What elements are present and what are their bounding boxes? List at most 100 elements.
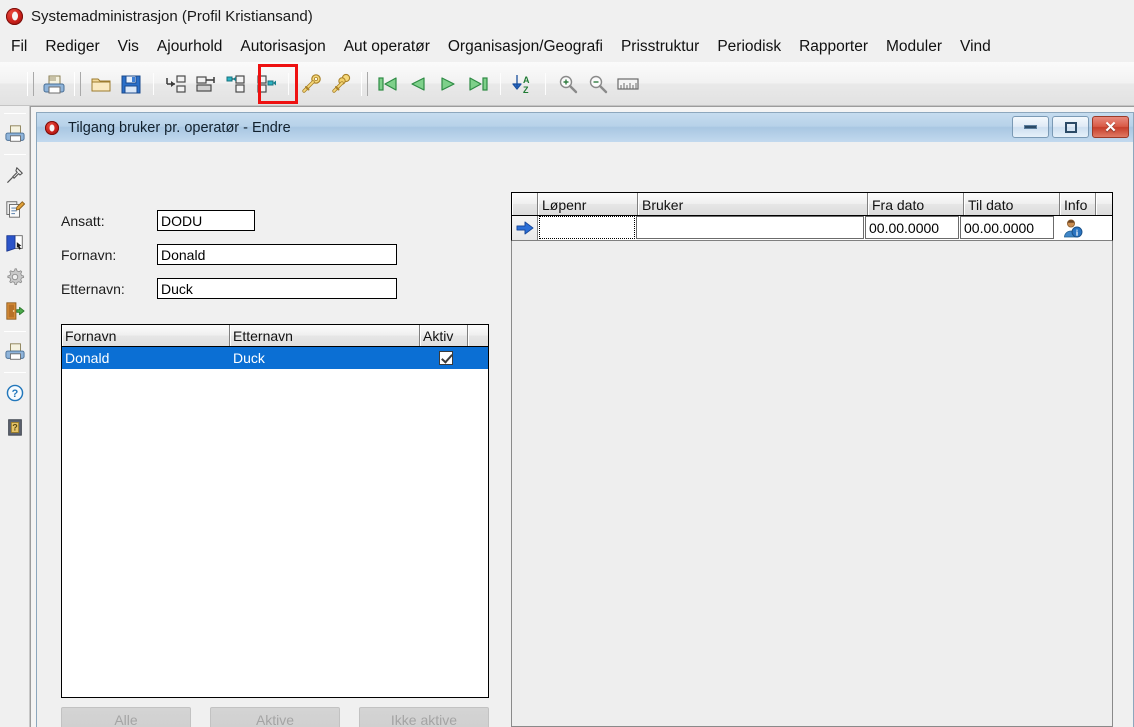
column-header-fra-dato[interactable]: Fra dato [868, 193, 964, 215]
save-icon [121, 75, 141, 93]
close-button[interactable]: ✕ [1092, 116, 1129, 138]
cell-bruker[interactable] [636, 216, 864, 239]
sidebar-separator-3 [3, 372, 26, 373]
column-header-etternavn[interactable]: Etternavn [230, 325, 420, 346]
open-folder-button[interactable] [86, 69, 116, 99]
minimize-button[interactable] [1012, 116, 1049, 138]
sidebar-help-button[interactable]: ? [1, 376, 29, 410]
enter-query-button[interactable] [296, 69, 326, 99]
menu-item-ajourhold[interactable]: Ajourhold [148, 35, 232, 59]
column-header-aktiv[interactable]: Aktiv [420, 325, 468, 346]
print-icon [43, 75, 65, 93]
svg-text:A: A [523, 75, 530, 85]
menu-item-rapporter[interactable]: Rapporter [790, 35, 877, 59]
next-record-button[interactable] [433, 69, 463, 99]
sidebar-print-button[interactable] [1, 117, 29, 151]
table-row[interactable]: Donald Duck [62, 347, 488, 369]
insert-record-icon [226, 74, 245, 93]
toolbar-grip-1[interactable] [27, 71, 34, 96]
etternavn-input[interactable]: Duck [157, 278, 397, 299]
cell-info[interactable]: i [1055, 216, 1091, 239]
menu-item-moduler[interactable]: Moduler [877, 35, 951, 59]
sidebar-pointer-page-button[interactable] [1, 226, 29, 260]
employee-list-header: Fornavn Etternavn Aktiv [62, 325, 488, 347]
fornavn-input[interactable]: Donald [157, 244, 397, 265]
menu-item-aut-operator[interactable]: Aut operatør [335, 35, 439, 59]
employee-list-grid[interactable]: Fornavn Etternavn Aktiv Donald Duck [61, 324, 489, 698]
child-window-titlebar[interactable]: Tilgang bruker pr. operatør - Endre ✕ [37, 112, 1133, 142]
previous-record-button[interactable] [403, 69, 433, 99]
previous-record-icon [411, 76, 425, 91]
ruler-button[interactable] [613, 69, 643, 99]
first-record-button[interactable] [373, 69, 403, 99]
toolbar-grip-3[interactable] [361, 71, 368, 96]
column-header-til-dato[interactable]: Til dato [964, 193, 1060, 215]
menu-item-vindu[interactable]: Vind [951, 35, 1000, 59]
insert-row-button[interactable] [161, 69, 191, 99]
column-header-bruker[interactable]: Bruker [638, 193, 868, 215]
insert-row-icon [166, 74, 186, 93]
delete-row-button[interactable] [191, 69, 221, 99]
ansatt-input[interactable]: DODU [157, 210, 255, 231]
maximize-button[interactable] [1052, 116, 1089, 138]
svg-text:Z: Z [523, 85, 529, 95]
save-button[interactable] [116, 69, 146, 99]
menu-item-fil[interactable]: Fil [2, 35, 36, 59]
alle-button[interactable]: Alle [61, 707, 191, 727]
last-record-button[interactable] [463, 69, 493, 99]
toolbar-separator-1 [153, 72, 154, 95]
application-window: Systemadministrasjon (Profil Kristiansan… [0, 0, 1134, 727]
sidebar-print2-button[interactable] [1, 335, 29, 369]
menubar: Fil Rediger Vis Ajourhold Autorisasjon A… [0, 32, 1134, 62]
toolbar-separator-2 [288, 72, 289, 95]
menu-item-autorisasjon[interactable]: Autorisasjon [231, 35, 334, 59]
menu-item-vis[interactable]: Vis [109, 35, 148, 59]
open-folder-icon [91, 78, 111, 91]
field-label-ansatt: Ansatt: [61, 212, 105, 229]
aktive-button[interactable]: Aktive [210, 707, 340, 727]
about-icon: ? [7, 419, 22, 436]
sidebar-exit-button[interactable] [1, 294, 29, 328]
toolbar-grip-2[interactable] [74, 71, 81, 96]
field-ansatt: Ansatt: DODU [61, 210, 255, 231]
ikke-aktive-button[interactable]: Ikke aktive [359, 707, 489, 727]
sidebar-gear-button[interactable] [1, 260, 29, 294]
menu-item-organisasjon-geografi[interactable]: Organisasjon/Geografi [439, 35, 612, 59]
close-icon: ✕ [1104, 118, 1117, 136]
cell-fornavn: Donald [65, 350, 110, 366]
insert-record-button[interactable] [221, 69, 251, 99]
column-header-info[interactable]: Info [1060, 193, 1096, 215]
zoom-out-button[interactable] [583, 69, 613, 99]
column-header-lopenr[interactable]: Løpenr [538, 193, 638, 215]
table-row[interactable]: 00.00.0000 00.00.0000 i [511, 215, 1113, 241]
keys-icon [332, 73, 351, 93]
cell-fra-dato[interactable]: 00.00.0000 [865, 216, 959, 239]
delete-row-icon [196, 75, 215, 92]
edit-copy-icon [5, 201, 25, 218]
duplicate-record-button[interactable] [251, 69, 281, 99]
cell-lopenr[interactable] [539, 216, 635, 239]
aktiv-checkbox[interactable] [438, 351, 453, 365]
zoom-in-button[interactable] [553, 69, 583, 99]
minimize-icon [1024, 125, 1037, 129]
menu-item-rediger[interactable]: Rediger [36, 35, 108, 59]
toolbar: A Z [0, 62, 1134, 106]
gear-icon [6, 268, 24, 286]
sidebar-about-button[interactable]: ? [1, 410, 29, 444]
field-etternavn: Etternavn: Duck [61, 278, 397, 299]
menu-item-periodisk[interactable]: Periodisk [708, 35, 790, 59]
sidebar-edit-copy-button[interactable] [1, 192, 29, 226]
cell-til-dato[interactable]: 00.00.0000 [960, 216, 1054, 239]
first-record-icon [378, 76, 397, 91]
field-label-etternavn: Etternavn: [61, 280, 125, 297]
print-button[interactable] [39, 69, 69, 99]
sort-az-button[interactable]: A Z [508, 69, 538, 99]
cell-trailing [1092, 216, 1112, 239]
column-header-fornavn[interactable]: Fornavn [62, 325, 230, 346]
next-record-icon [441, 76, 455, 91]
left-icon-sidebar: ? ? [0, 106, 30, 727]
access-grid-body[interactable] [511, 192, 1113, 727]
sidebar-pin-button[interactable] [1, 158, 29, 192]
execute-query-button[interactable] [326, 69, 356, 99]
menu-item-prisstruktur[interactable]: Prisstruktur [612, 35, 708, 59]
